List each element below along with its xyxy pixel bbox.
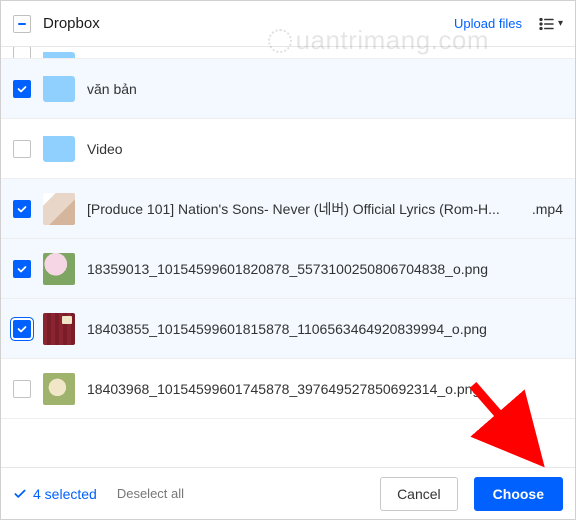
row-checkbox[interactable] [13,260,31,278]
choose-button[interactable]: Choose [474,477,563,511]
file-name: Video [87,141,563,157]
file-row[interactable] [1,47,575,59]
upload-files-link[interactable]: Upload files [454,16,522,31]
file-row[interactable]: Video [1,119,575,179]
file-row[interactable]: 18403855_10154599601815878_1106563464920… [1,299,575,359]
breadcrumb-title: Dropbox [43,15,454,32]
row-checkbox[interactable] [13,200,31,218]
select-all-checkbox[interactable] [13,15,31,33]
file-name: [Produce 101] Nation's Sons- Never (네버) … [87,199,516,219]
file-name: 18403968_10154599601745878_3976495278506… [87,381,563,397]
view-options-menu[interactable]: ▾ [538,15,563,33]
file-thumbnail [43,253,75,285]
file-thumbnail [43,193,75,225]
file-row[interactable]: 18403968_10154599601745878_3976495278506… [1,359,575,419]
file-row[interactable]: văn bản [1,59,575,119]
file-thumbnail [43,313,75,345]
deselect-all-link[interactable]: Deselect all [117,486,184,501]
cancel-button[interactable]: Cancel [380,477,458,511]
file-thumbnail [43,373,75,405]
row-checkbox[interactable] [13,47,31,59]
file-name: 18359013_10154599601820878_5573100250806… [87,261,563,277]
row-checkbox[interactable] [13,320,31,338]
row-checkbox[interactable] [13,140,31,158]
file-row[interactable]: 18359013_10154599601820878_5573100250806… [1,239,575,299]
row-checkbox[interactable] [13,80,31,98]
folder-icon [43,52,75,59]
file-list: văn bản Video [Produce 101] Nation's Sons-… [1,47,575,467]
file-name: văn bản [87,81,563,97]
row-checkbox[interactable] [13,380,31,398]
folder-icon [43,76,75,102]
file-ext: .mp4 [528,201,563,217]
selected-count: 4 selected [13,486,97,502]
file-row[interactable]: [Produce 101] Nation's Sons- Never (네버) … [1,179,575,239]
folder-icon [43,136,75,162]
chevron-down-icon: ▾ [558,18,563,29]
file-name: 18403855_10154599601815878_1106563464920… [87,321,563,337]
